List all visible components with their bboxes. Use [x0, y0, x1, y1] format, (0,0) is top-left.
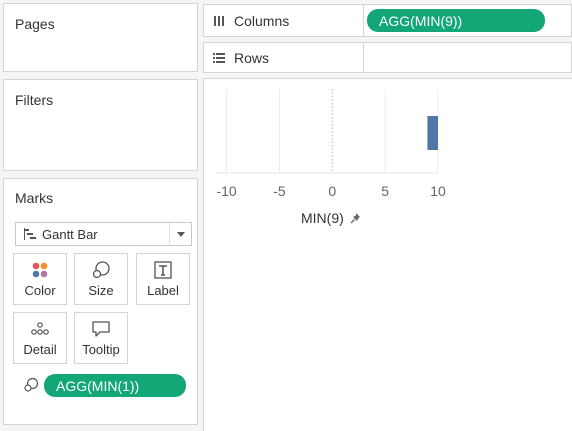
x-tick-label: -10 [216, 183, 237, 199]
chevron-down-icon[interactable] [169, 223, 191, 245]
mark-type-label: Gantt Bar [42, 226, 98, 242]
rows-shelf[interactable]: Rows [203, 42, 572, 73]
size-field-pill[interactable]: AGG(MIN(1)) [44, 374, 186, 397]
label-label: Label [147, 283, 179, 298]
label-icon [137, 257, 189, 283]
gantt-bar-mark[interactable] [427, 116, 438, 150]
detail-button[interactable]: Detail [13, 312, 67, 364]
detail-label: Detail [23, 342, 57, 357]
color-dots-icon [14, 257, 66, 283]
columns-field-pill[interactable]: AGG(MIN(9)) [367, 9, 545, 32]
pages-title: Pages [15, 16, 55, 32]
x-tick-label: 0 [328, 183, 337, 199]
rows-icon [212, 51, 226, 65]
columns-shelf-label: Columns [204, 5, 364, 36]
marks-card: Marks Gantt Bar Color Size Label Detail … [3, 178, 198, 425]
columns-label: Columns [234, 12, 290, 29]
mark-type-dropdown[interactable]: Gantt Bar [15, 222, 192, 246]
rows-label: Rows [234, 49, 270, 66]
gantt-bar-icon [24, 228, 36, 240]
rows-shelf-label: Rows [204, 43, 364, 72]
columns-field-pill-label: AGG(MIN(9)) [379, 12, 463, 29]
size-encoding-icon [23, 377, 39, 393]
view-canvas[interactable]: -10 -5 0 5 10 MIN(9) [203, 78, 572, 431]
x-tick-label: 5 [381, 183, 390, 199]
label-button[interactable]: Label [136, 253, 190, 305]
tooltip-label: Tooltip [82, 342, 120, 357]
detail-icon [14, 316, 66, 342]
x-axis-title-label: MIN(9) [301, 210, 344, 226]
pages-card[interactable]: Pages [3, 3, 198, 72]
size-button[interactable]: Size [74, 253, 128, 305]
x-axis-title[interactable]: MIN(9) [301, 210, 362, 226]
tooltip-icon [75, 316, 127, 342]
color-label: Color [24, 283, 56, 298]
tooltip-button[interactable]: Tooltip [74, 312, 128, 364]
columns-icon [212, 14, 226, 28]
size-icon [75, 257, 127, 283]
marks-title: Marks [15, 190, 54, 206]
size-field-pill-label: AGG(MIN(1)) [56, 377, 140, 394]
filters-card[interactable]: Filters [3, 79, 198, 171]
size-label: Size [88, 283, 114, 298]
filters-title: Filters [15, 92, 54, 108]
color-button[interactable]: Color [13, 253, 67, 305]
pin-icon [350, 212, 362, 224]
x-tick-label: -5 [273, 183, 286, 199]
columns-shelf[interactable]: Columns AGG(MIN(9)) [203, 4, 572, 37]
x-tick-label: 10 [430, 183, 446, 199]
